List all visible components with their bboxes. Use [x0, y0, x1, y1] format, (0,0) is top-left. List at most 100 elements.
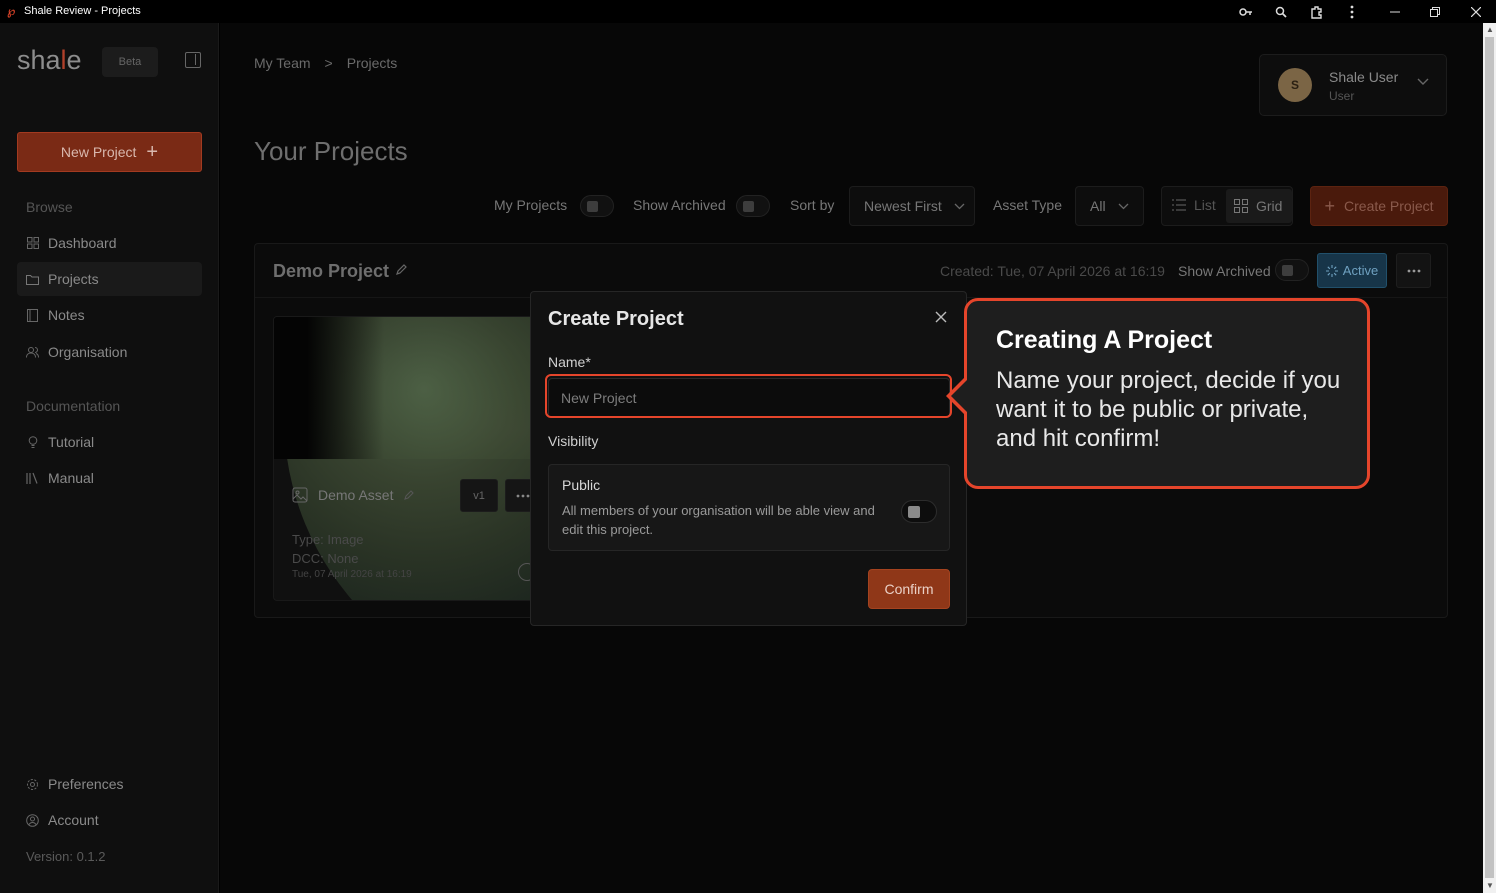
project-name-input[interactable]	[548, 378, 950, 418]
asset-name-row: Demo Asset	[292, 487, 415, 503]
chevron-down-icon	[1417, 75, 1429, 89]
sidebar-item-account[interactable]: Account	[17, 803, 202, 837]
plus-icon: +	[1324, 195, 1336, 216]
asset-type-label: Asset Type	[993, 197, 1063, 213]
breadcrumb-separator-icon: >	[324, 55, 333, 71]
sidebar-item-label: Preferences	[48, 776, 124, 792]
visibility-label: Visibility	[548, 433, 599, 449]
grid-icon	[26, 237, 39, 250]
asset-thumbnail[interactable]	[274, 317, 552, 600]
new-project-label: New Project	[60, 144, 137, 160]
extensions-icon[interactable]	[1308, 3, 1326, 20]
modal-title: Create Project	[548, 308, 684, 330]
view-grid-button[interactable]: Grid	[1226, 189, 1292, 223]
sidebar-item-projects[interactable]: Projects	[17, 262, 202, 296]
pencil-icon[interactable]	[403, 489, 415, 501]
scroll-down-icon[interactable]: ▼	[1486, 881, 1494, 890]
sidebar-item-manual[interactable]: Manual	[17, 461, 202, 495]
user-menu[interactable]: S Shale User User	[1259, 54, 1447, 116]
sidebar-item-organisation[interactable]: Organisation	[17, 335, 202, 369]
breadcrumb-projects[interactable]: Projects	[347, 55, 398, 71]
zoom-icon[interactable]	[1272, 3, 1290, 20]
my-projects-label: My Projects	[494, 197, 568, 213]
beta-badge: Beta	[102, 47, 158, 77]
key-icon[interactable]	[1237, 3, 1255, 20]
sort-by-label: Sort by	[790, 197, 835, 213]
name-field-label: Name*	[548, 354, 591, 370]
project-show-archived-toggle[interactable]	[1275, 259, 1309, 281]
project-status-label: Active	[1342, 263, 1379, 278]
create-project-button[interactable]: + Create Project	[1310, 186, 1448, 226]
new-project-button[interactable]: New Project +	[17, 132, 202, 172]
sort-select-value: Newest First	[864, 198, 942, 214]
library-icon	[26, 472, 39, 485]
project-created-date: Created: Tue, 07 April 2026 at 16:19	[940, 263, 1165, 279]
user-name: Shale User	[1329, 69, 1399, 85]
tutorial-callout: Creating A Project Name your project, de…	[964, 298, 1370, 489]
users-icon	[26, 346, 39, 359]
space-shade	[274, 317, 384, 459]
project-status-button[interactable]: Active	[1317, 253, 1387, 288]
asset-type-select[interactable]: All	[1075, 186, 1144, 226]
minimize-icon[interactable]	[1386, 3, 1404, 20]
asset-type-value: All	[1090, 198, 1106, 214]
collapse-sidebar-icon[interactable]	[185, 52, 201, 68]
folder-icon	[26, 273, 39, 286]
sidebar-item-dashboard[interactable]: Dashboard	[17, 226, 202, 260]
show-archived-label: Show Archived	[633, 197, 726, 213]
scrollbar-thumb[interactable]	[1485, 37, 1494, 878]
public-description: All members of your organisation will be…	[562, 503, 875, 537]
project-show-archived-label: Show Archived	[1178, 263, 1271, 279]
asset-version-badge[interactable]: v1	[460, 479, 498, 512]
scroll-up-icon[interactable]: ▲	[1486, 25, 1494, 34]
restore-icon[interactable]	[1426, 3, 1444, 20]
documentation-section-label: Documentation	[26, 398, 121, 414]
loader-icon	[1325, 264, 1338, 277]
pencil-icon[interactable]	[395, 263, 408, 279]
asset-type: Type: Image	[292, 532, 364, 547]
visibility-option: Public All members of your organisation …	[548, 464, 950, 551]
shale-logo[interactable]: shale	[17, 45, 82, 76]
chevron-down-icon	[1118, 203, 1129, 209]
project-more-button[interactable]	[1396, 253, 1431, 288]
sidebar-item-notes[interactable]: Notes	[17, 298, 202, 332]
public-title: Public	[562, 477, 601, 493]
show-archived-toggle[interactable]	[736, 195, 770, 217]
chevron-down-icon	[954, 203, 965, 209]
breadcrumb: My Team > Projects	[254, 55, 397, 71]
public-toggle[interactable]	[901, 500, 937, 523]
sidebar-item-preferences[interactable]: Preferences	[17, 767, 202, 801]
page-title: Your Projects	[254, 136, 408, 166]
sidebar-item-label: Dashboard	[48, 235, 117, 251]
view-grid-label: Grid	[1256, 198, 1283, 214]
create-project-label: Create Project	[1344, 198, 1434, 214]
sidebar-item-tutorial[interactable]: Tutorial	[17, 425, 202, 459]
notebook-icon	[26, 308, 39, 322]
confirm-button[interactable]: Confirm	[868, 569, 950, 609]
sidebar-item-label: Manual	[48, 470, 94, 486]
project-header: Demo Project Created: Tue, 07 April 2026…	[255, 244, 1447, 298]
version-label: Version: 0.1.2	[26, 849, 106, 864]
sidebar-item-label: Notes	[48, 307, 85, 323]
lightbulb-icon	[26, 435, 39, 449]
user-circle-icon	[26, 813, 39, 827]
kebab-menu-icon[interactable]	[1343, 3, 1361, 20]
breadcrumb-my-team[interactable]: My Team	[254, 55, 311, 71]
callout-body: Name your project, decide if you want it…	[996, 367, 1341, 452]
image-icon	[292, 487, 308, 503]
sidebar-item-label: Account	[48, 812, 99, 828]
ellipsis-icon	[516, 494, 530, 497]
my-projects-toggle[interactable]	[580, 195, 614, 217]
asset-card[interactable]: Demo Asset v1 Type: Image DCC: None Tue,…	[273, 316, 553, 601]
grid-icon	[1234, 199, 1248, 213]
sidebar-item-label: Organisation	[48, 344, 128, 360]
close-icon[interactable]	[1467, 3, 1485, 20]
callout-title: Creating A Project	[996, 326, 1213, 354]
view-list-button[interactable]: List	[1172, 197, 1216, 213]
sort-select[interactable]: Newest First	[849, 186, 975, 226]
close-icon[interactable]	[932, 308, 950, 326]
plus-icon: +	[146, 141, 159, 163]
sidebar-item-label: Projects	[48, 271, 99, 287]
window-titlebar: ℘ Shale Review - Projects	[0, 0, 1496, 23]
app-logo-icon: ℘	[7, 4, 16, 18]
